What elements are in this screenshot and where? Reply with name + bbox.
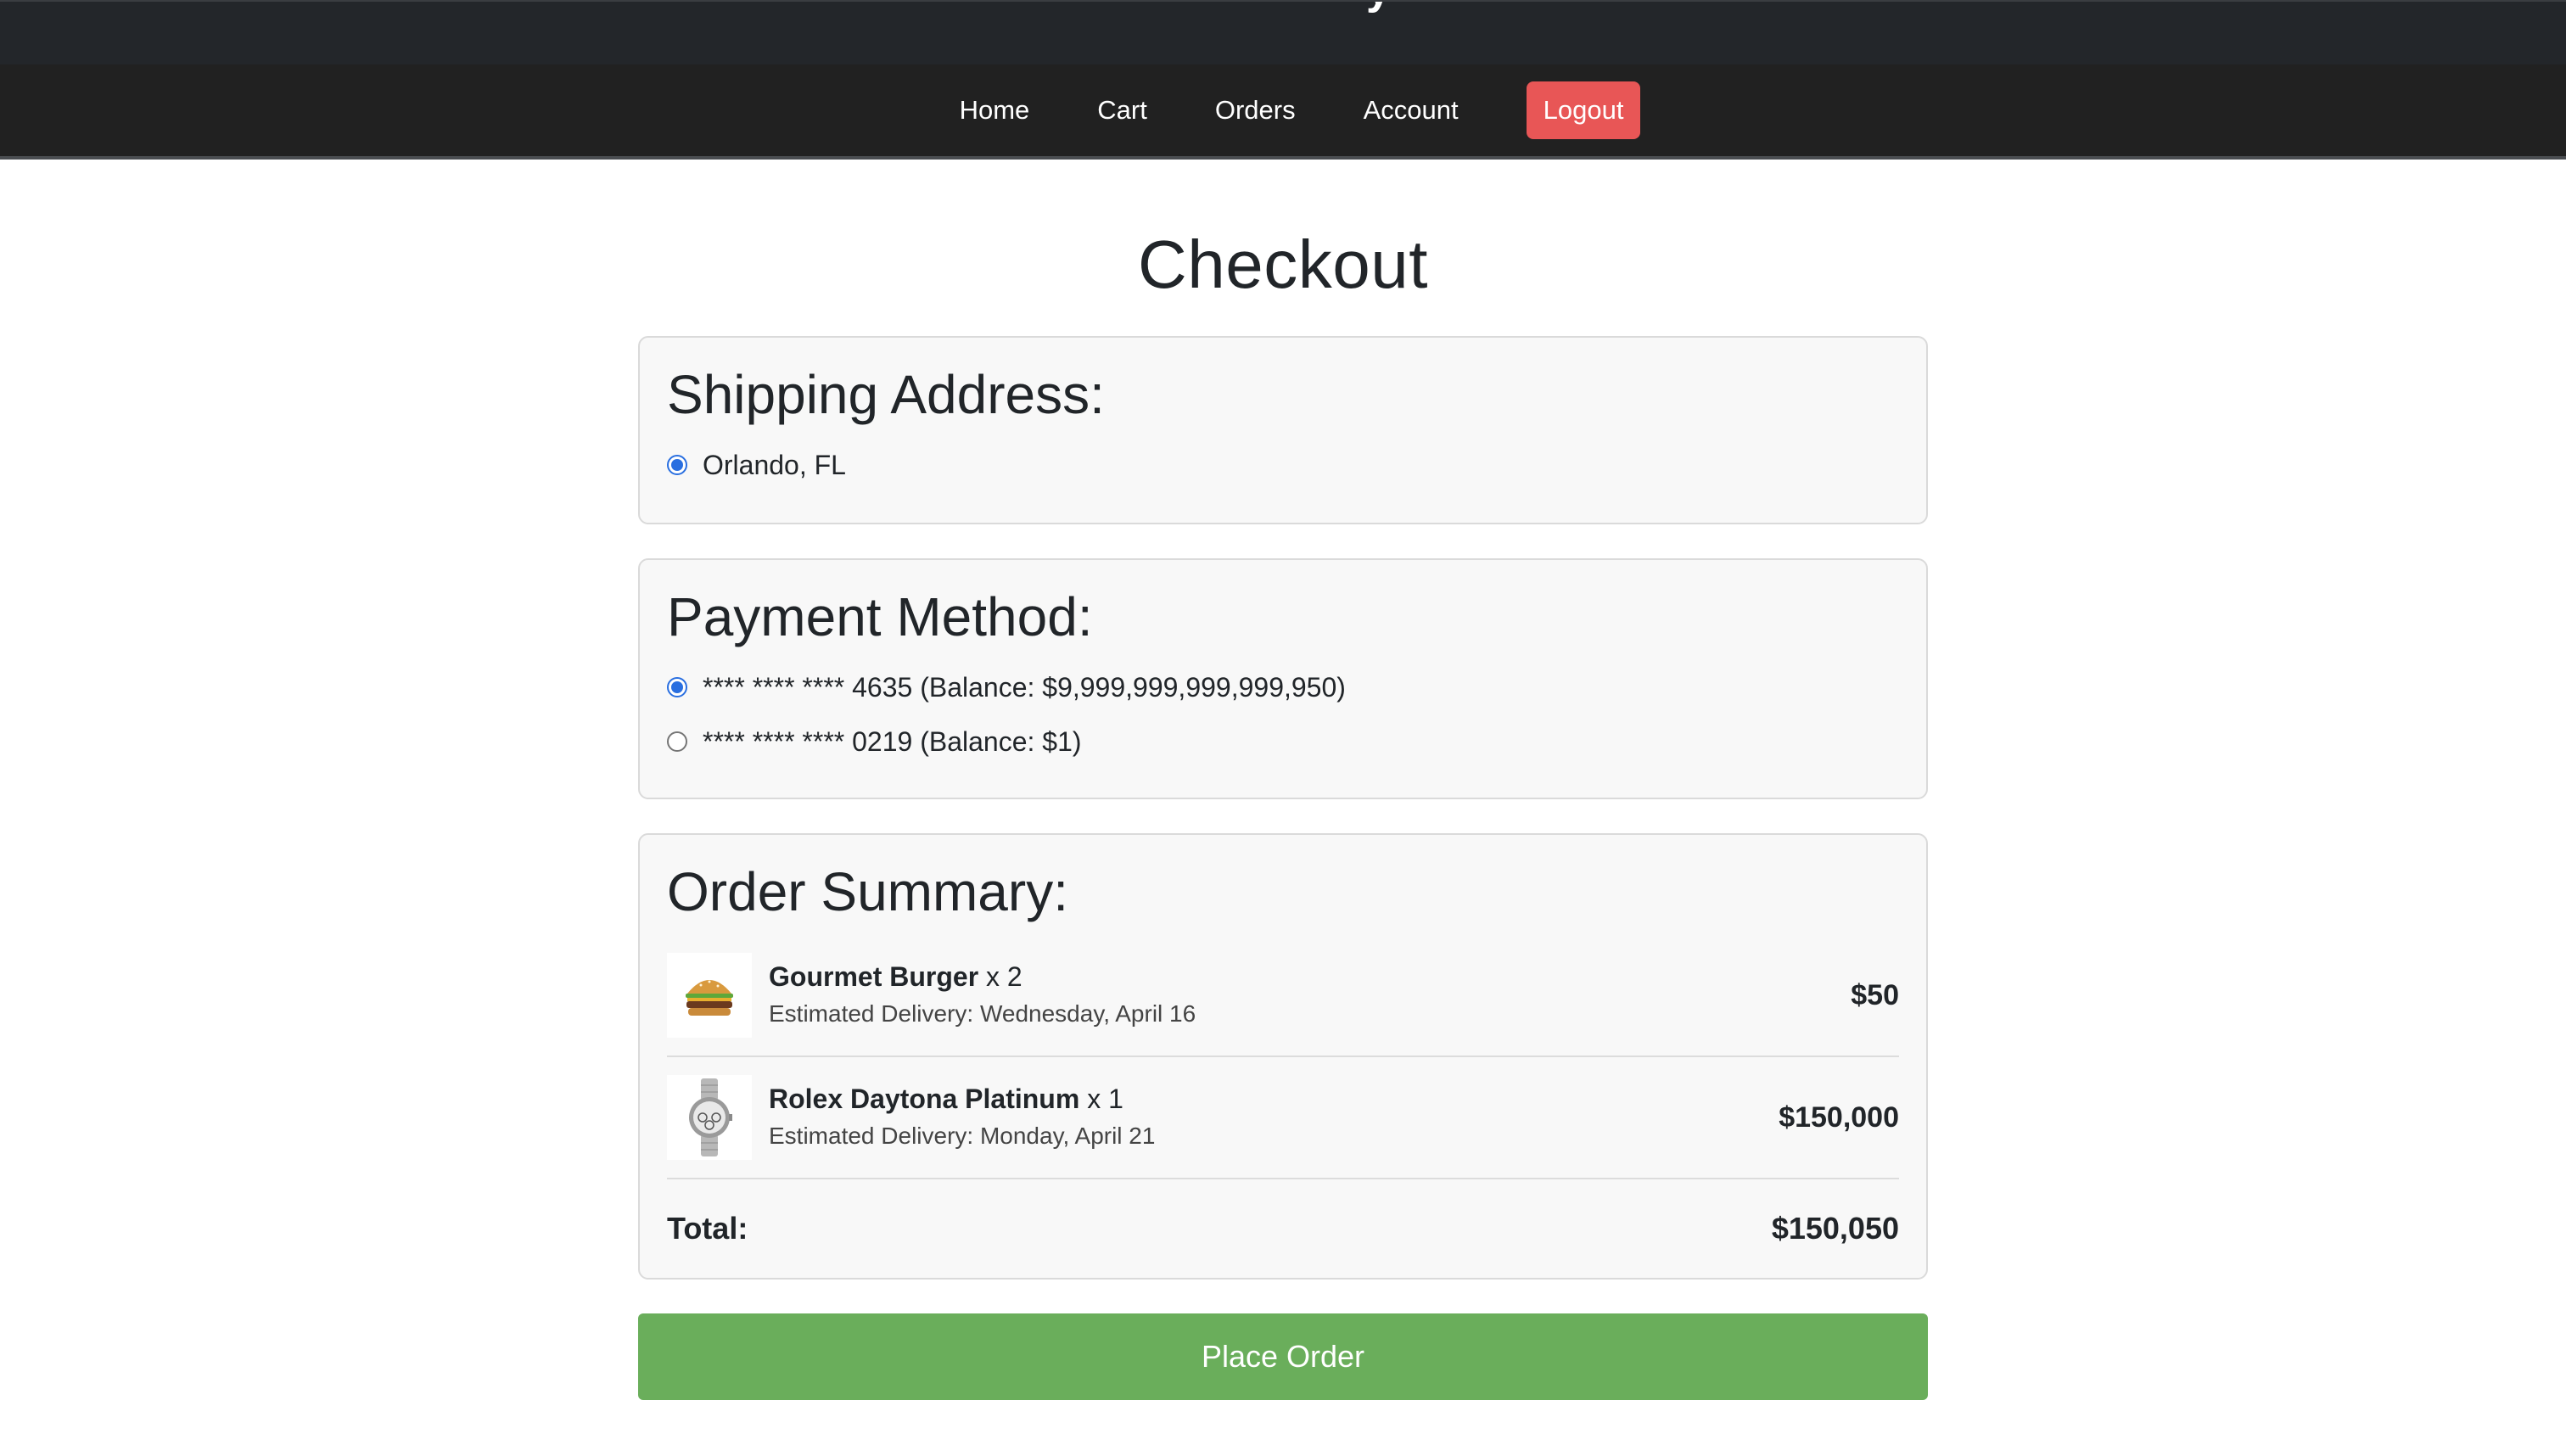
order-summary-heading: Order Summary: xyxy=(667,861,1068,922)
nav-cart-link[interactable]: Cart xyxy=(1063,85,1181,136)
order-item-delivery: Estimated Delivery: Wednesday, April 16 xyxy=(769,1000,1196,1028)
order-item-price: $150,000 xyxy=(1779,1100,1899,1134)
payment-option-0219[interactable]: **** **** **** 0219 (Balance: $1) xyxy=(667,714,1899,769)
watch-icon xyxy=(667,1075,752,1161)
shipping-address-card: Shipping Address: Orlando, FL xyxy=(638,336,1928,524)
payment-method-card: Payment Method: **** **** **** 4635 (Bal… xyxy=(638,558,1928,799)
payment-option-label: **** **** **** 0219 (Balance: $1) xyxy=(703,725,1082,757)
order-total-label: Total: xyxy=(667,1211,748,1246)
payment-option-label: **** **** **** 4635 (Balance: $9,999,999… xyxy=(703,671,1346,703)
shipping-option-label: Orlando, FL xyxy=(703,449,846,480)
order-item-delivery: Estimated Delivery: Monday, April 21 xyxy=(769,1123,1156,1150)
nav-account-link[interactable]: Account xyxy=(1330,85,1493,136)
main-navigation: Home Cart Orders Account Logout xyxy=(0,64,2566,160)
order-item-info: Rolex Daytona Platinum x 1 Estimated Del… xyxy=(769,1080,1779,1155)
payment-method-heading: Payment Method: xyxy=(667,586,1093,647)
brand-title-fragment: y xyxy=(1366,2,1400,11)
top-banner: y xyxy=(0,0,2566,64)
payment-radio-0219[interactable] xyxy=(667,731,687,753)
checkout-page: y Home Cart Orders Account Logout Checko… xyxy=(0,0,2566,1456)
order-item-row: Gourmet Burger x 2 Estimated Delivery: W… xyxy=(667,935,1899,1058)
order-item-info: Gourmet Burger x 2 Estimated Delivery: W… xyxy=(769,958,1851,1033)
burger-icon xyxy=(667,953,752,1039)
order-item-name: Gourmet Burger xyxy=(769,961,979,993)
place-order-button[interactable]: Place Order xyxy=(638,1313,1928,1401)
nav-list: Home Cart Orders Account Logout xyxy=(926,81,1641,139)
logout-button[interactable]: Logout xyxy=(1526,81,1641,139)
order-item-price: $50 xyxy=(1851,978,1899,1011)
order-item-name: Rolex Daytona Platinum xyxy=(769,1084,1080,1115)
order-summary-card: Order Summary: Gourmet Burger x 2 Estima… xyxy=(638,833,1928,1280)
nav-home-link[interactable]: Home xyxy=(926,85,1064,136)
shipping-radio[interactable] xyxy=(667,455,687,476)
nav-orders-link[interactable]: Orders xyxy=(1181,85,1330,136)
payment-radio-4635[interactable] xyxy=(667,677,687,698)
payment-option-4635[interactable]: **** **** **** 4635 (Balance: $9,999,999… xyxy=(667,660,1899,714)
order-item-row: Rolex Daytona Platinum x 1 Estimated Del… xyxy=(667,1057,1899,1180)
shipping-address-heading: Shipping Address: xyxy=(667,364,1105,425)
order-item-qty: x 1 xyxy=(1087,1084,1123,1115)
page-title: Checkout xyxy=(1138,227,1428,302)
order-item-qty: x 2 xyxy=(986,961,1022,993)
shipping-option-orlando[interactable]: Orlando, FL xyxy=(667,438,1899,492)
order-total-value: $150,050 xyxy=(1771,1211,1899,1246)
checkout-main: Checkout Shipping Address: Orlando, FL P… xyxy=(638,160,1928,1401)
order-total-row: Total: $150,050 xyxy=(667,1179,1899,1278)
